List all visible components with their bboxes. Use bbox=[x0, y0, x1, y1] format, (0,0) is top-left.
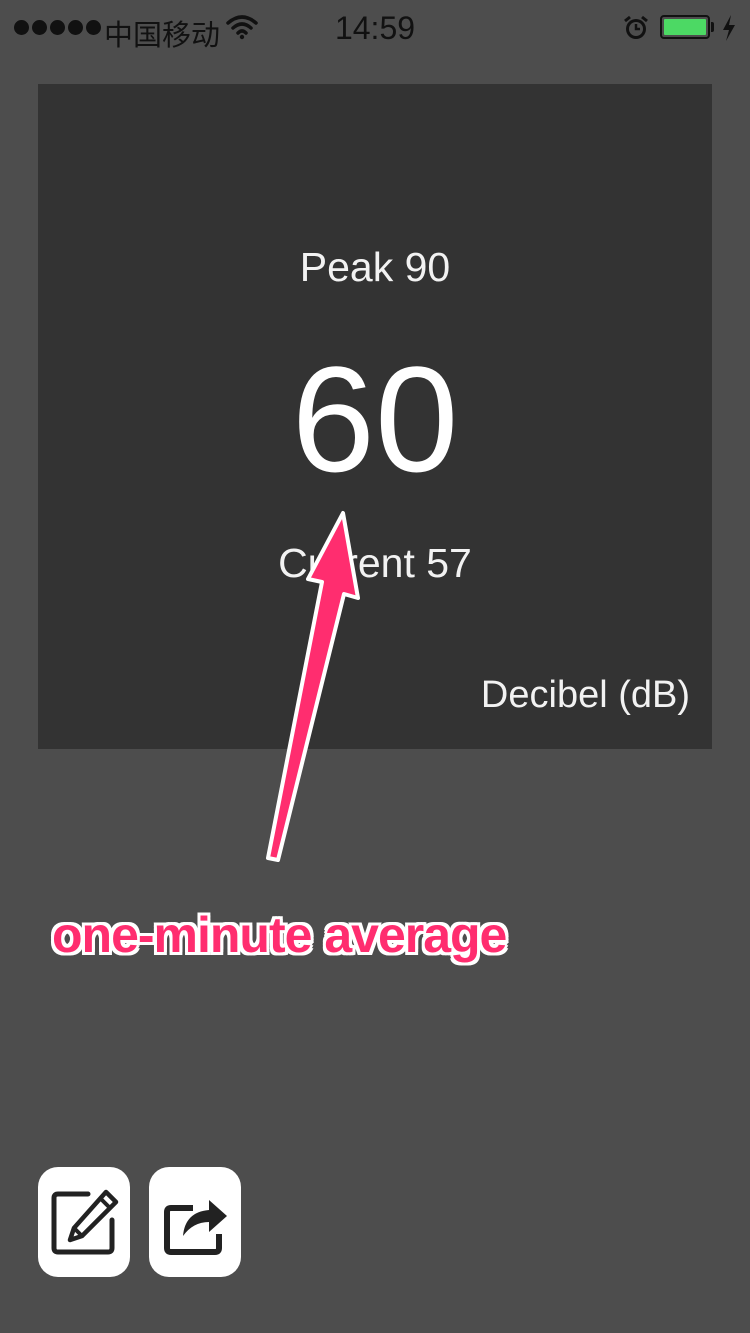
alarm-clock-icon bbox=[624, 15, 648, 39]
current-reading: Current 57 bbox=[278, 540, 472, 586]
annotation-label: one-minute average bbox=[52, 907, 507, 963]
peak-reading: Peak 90 bbox=[299, 244, 451, 290]
share-arrow-icon bbox=[164, 1200, 227, 1255]
charging-bolt-icon bbox=[723, 15, 735, 41]
status-bar: 中国移动 14:59 bbox=[0, 0, 750, 58]
pencil-square-icon bbox=[51, 1189, 119, 1255]
average-reading: 60 bbox=[291, 335, 459, 503]
battery-icon bbox=[660, 15, 710, 39]
unit-label: Decibel (dB) bbox=[480, 674, 690, 716]
edit-button[interactable] bbox=[38, 1167, 130, 1277]
share-button[interactable] bbox=[149, 1167, 241, 1277]
decibel-meter-panel: Peak 90 60 Current 57 Decibel (dB) bbox=[38, 84, 712, 749]
battery-tip bbox=[711, 22, 714, 32]
